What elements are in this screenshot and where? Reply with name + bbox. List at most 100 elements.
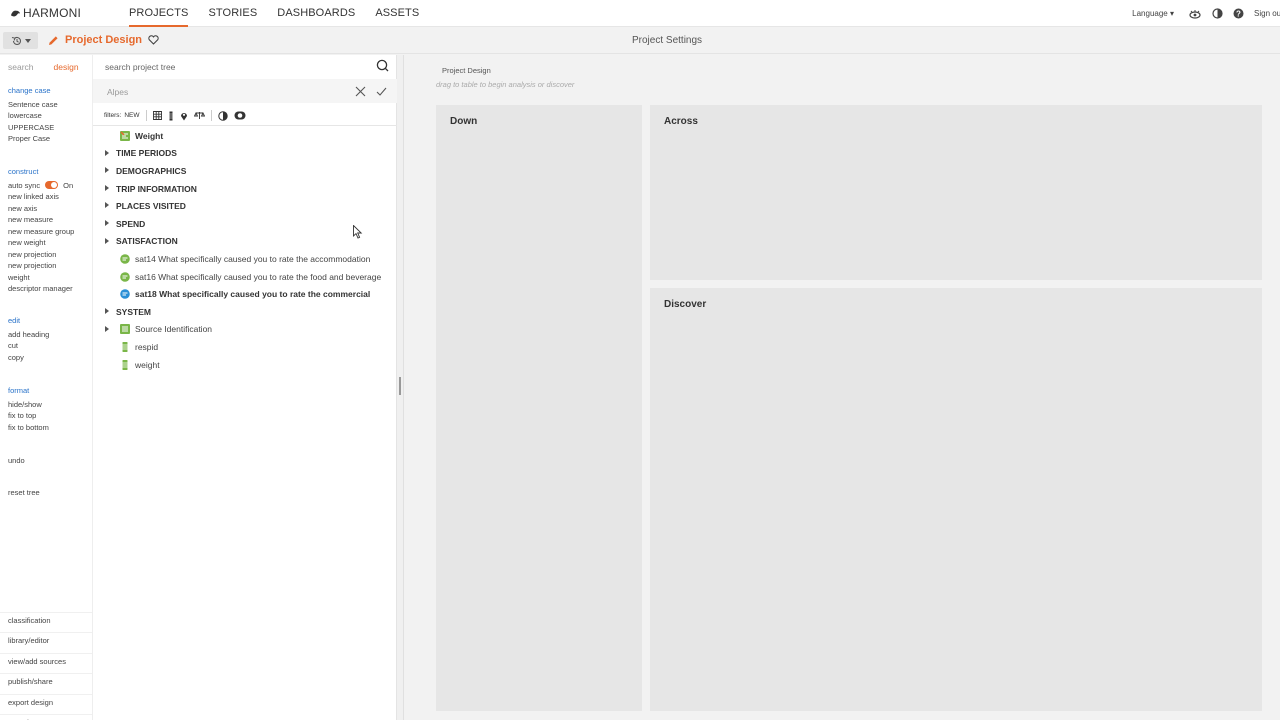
splitter-grip-handle[interactable] — [399, 377, 401, 395]
numeric-filter-icon[interactable] — [168, 111, 174, 121]
panel-splitter[interactable] — [397, 55, 404, 720]
link-export-design[interactable]: export design — [0, 693, 92, 714]
half-circle-filter-icon[interactable] — [217, 110, 228, 121]
design-work-area: Project Design drag to table to begin an… — [404, 55, 1280, 720]
cmd-new-axis[interactable]: new axis — [8, 203, 88, 215]
expand-caret-icon[interactable] — [105, 325, 109, 332]
map-pin-filter-icon[interactable] — [180, 111, 188, 121]
auto-sync-toggle[interactable] — [45, 181, 59, 190]
tree-node-weight[interactable]: Weight — [93, 127, 397, 145]
tree-node-source-identification[interactable]: Source Identification — [93, 321, 397, 339]
tree-folder-demographics[interactable]: DEMOGRAPHICS — [93, 162, 397, 180]
expand-caret-icon[interactable] — [105, 202, 109, 209]
cmd-fix-to-bottom[interactable]: fix to bottom — [8, 422, 49, 434]
expand-caret-icon[interactable] — [105, 167, 109, 174]
tab-stories[interactable]: STORIES — [208, 0, 257, 27]
project-settings-link[interactable]: Project Settings — [632, 35, 702, 46]
numeric-variable-icon — [122, 341, 128, 352]
expand-caret-icon[interactable] — [105, 149, 109, 156]
cmd-copy[interactable]: copy — [8, 352, 49, 364]
scale-filter-icon[interactable] — [193, 111, 205, 120]
cmd-undo[interactable]: undo — [8, 455, 25, 467]
search-icon[interactable] — [376, 59, 389, 72]
link-classification[interactable]: classification — [0, 612, 92, 632]
link-publish-share[interactable]: publish/share — [0, 673, 92, 693]
text-variable-icon — [120, 271, 130, 282]
cmd-add-heading[interactable]: add heading — [8, 329, 49, 341]
tree-folder-trip-information[interactable]: TRIP INFORMATION — [93, 180, 397, 198]
tree-node-sat16[interactable]: sat16 What specifically caused you to ra… — [93, 268, 397, 286]
contrast-icon[interactable] — [1212, 8, 1223, 19]
cmd-weight[interactable]: weight — [8, 272, 88, 284]
close-icon[interactable] — [355, 86, 366, 97]
sign-out-link[interactable]: Sign out — [1254, 9, 1280, 18]
cmd-lowercase[interactable]: lowercase — [8, 110, 58, 122]
history-icon — [11, 36, 21, 45]
link-metadata[interactable]: metadata — [0, 713, 92, 720]
eye-icon[interactable] — [1188, 9, 1202, 19]
tree-node-sat18[interactable]: sat18 What specifically caused you to ra… — [93, 285, 397, 303]
cmd-proper-case[interactable]: Proper Case — [8, 133, 58, 145]
filter-text-box[interactable]: Alpes — [93, 79, 397, 103]
tab-dashboards[interactable]: DASHBOARDS — [277, 0, 355, 27]
tree-node-label: DEMOGRAPHICS — [116, 165, 187, 176]
cmd-new-linked-axis[interactable]: new linked axis — [8, 191, 88, 203]
tree-node-weight-system[interactable]: weight — [93, 356, 397, 374]
cmd-hide-show[interactable]: hide/show — [8, 399, 49, 411]
cmd-new-measure[interactable]: new measure — [8, 214, 88, 226]
tree-folder-places-visited[interactable]: PLACES VISITED — [93, 197, 397, 215]
tab-assets[interactable]: ASSETS — [375, 0, 419, 27]
across-drop-zone[interactable]: Across — [650, 105, 1262, 280]
cmd-fix-to-top[interactable]: fix to top — [8, 410, 49, 422]
language-dropdown[interactable]: Language ▾ — [1132, 9, 1174, 18]
tree-node-label: sat18 What specifically caused you to ra… — [135, 289, 371, 300]
change-case-section: change case Sentence case lowercase UPPE… — [8, 85, 58, 145]
link-view-add-sources[interactable]: view/add sources — [0, 652, 92, 673]
mode-tab-search[interactable]: search — [8, 62, 34, 72]
harmoni-logo[interactable]: HARMONI — [10, 6, 81, 20]
tree-folder-time-periods[interactable]: TIME PERIODS — [93, 145, 397, 163]
cmd-uppercase[interactable]: UPPERCASE — [8, 122, 58, 134]
cmd-new-projection[interactable]: new projection — [8, 249, 88, 261]
expand-caret-icon[interactable] — [105, 237, 109, 244]
expand-caret-icon[interactable] — [105, 184, 109, 191]
cmd-descriptor-manager[interactable]: descriptor manager — [8, 283, 88, 295]
check-icon[interactable] — [376, 86, 387, 97]
construct-section: construct auto sync On new linked axis n… — [8, 166, 88, 295]
cmd-reset-tree[interactable]: reset tree — [8, 487, 40, 499]
cmd-cut[interactable]: cut — [8, 340, 49, 352]
cmd-new-measure-group[interactable]: new measure group — [8, 226, 88, 238]
tree-node-label: sat16 What specifically caused you to ra… — [135, 271, 382, 282]
across-zone-title: Across — [664, 116, 698, 127]
help-icon[interactable]: ? — [1233, 8, 1244, 19]
grid-filter-icon[interactable] — [152, 111, 162, 120]
edit-section: edit add heading cut copy — [8, 315, 49, 363]
construct-header: construct — [8, 167, 39, 176]
tree-folder-satisfaction[interactable]: SATISFACTION — [93, 233, 397, 251]
tab-projects[interactable]: PROJECTS — [129, 0, 189, 27]
heart-icon[interactable] — [148, 35, 159, 45]
tree-folder-spend[interactable]: SPEND — [93, 215, 397, 233]
auto-sync-row: auto sync On — [8, 180, 88, 192]
tree-node-label: SATISFACTION — [116, 236, 178, 247]
tree-node-sat14[interactable]: sat14 What specifically caused you to ra… — [93, 250, 397, 268]
tree-folder-system[interactable]: SYSTEM — [93, 303, 397, 321]
down-drop-zone[interactable]: Down — [436, 105, 642, 711]
filter-new[interactable]: NEW — [124, 112, 139, 119]
cmd-sentence-case[interactable]: Sentence case — [8, 99, 58, 111]
expand-caret-icon[interactable] — [105, 219, 109, 226]
history-dropdown-button[interactable] — [3, 32, 38, 49]
link-library-editor[interactable]: library/editor — [0, 632, 92, 652]
mode-tab-design[interactable]: design — [54, 62, 79, 72]
expand-caret-icon[interactable] — [105, 307, 109, 314]
filter-separator-2 — [210, 110, 212, 121]
toggle-filter-icon[interactable] — [234, 111, 246, 120]
cmd-new-projection-2[interactable]: new projection — [8, 260, 88, 272]
auto-sync-label: auto sync — [8, 180, 41, 190]
tree-search-input[interactable] — [105, 60, 365, 74]
discover-drop-zone[interactable]: Discover — [650, 288, 1262, 711]
pencil-icon[interactable] — [48, 35, 59, 46]
logo-icon — [10, 10, 21, 16]
tree-node-respid[interactable]: respid — [93, 338, 397, 356]
cmd-new-weight[interactable]: new weight — [8, 237, 88, 249]
